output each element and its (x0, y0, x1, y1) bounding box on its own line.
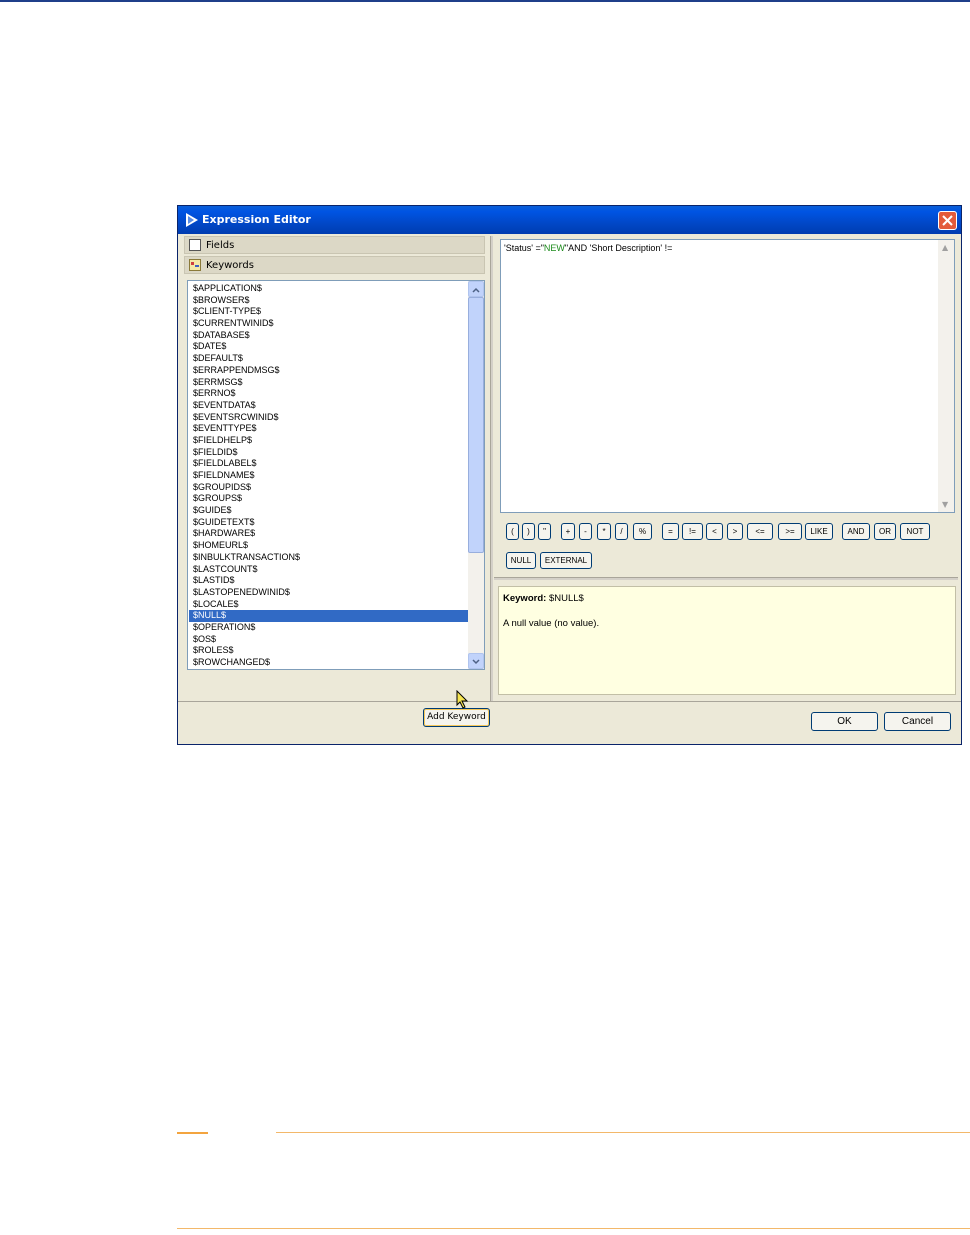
operator-button[interactable]: < (706, 523, 723, 540)
ok-button[interactable]: OK (811, 712, 878, 731)
expression-scrollbar[interactable]: ▲ ▼ (938, 240, 954, 512)
keyword-list-item[interactable]: $FIELDHELP$ (189, 435, 469, 447)
operator-button[interactable]: EXTERNAL (540, 552, 592, 569)
keyword-list-item[interactable]: $GUIDETEXT$ (189, 517, 469, 529)
operator-button[interactable]: > (727, 523, 743, 540)
keywords-icon (189, 259, 201, 271)
expression-input[interactable]: 'Status' ="NEW"AND 'Short Description' !… (500, 239, 955, 513)
keyword-list-item[interactable]: $LASTID$ (189, 575, 469, 587)
keyword-list-item[interactable]: $LASTCOUNT$ (189, 564, 469, 576)
keyword-list-item[interactable]: $EVENTTYPE$ (189, 423, 469, 435)
operator-button[interactable]: - (579, 523, 592, 540)
scroll-thumb[interactable] (468, 297, 484, 553)
keyword-list-scrollbar[interactable] (468, 281, 484, 669)
operator-button[interactable]: ( (506, 523, 519, 540)
keyword-description-panel: Keyword: $NULL$ A null value (no value). (498, 586, 956, 695)
fields-label: Fields (206, 240, 235, 251)
keyword-list-item[interactable]: $ERRAPPENDMSG$ (189, 365, 469, 377)
description-splitter[interactable] (494, 577, 958, 580)
operator-button[interactable]: LIKE (805, 523, 833, 540)
footer-separator (178, 701, 961, 702)
title-bar[interactable]: Expression Editor (178, 206, 961, 234)
keyword-list-item[interactable]: $APPLICATION$ (189, 283, 469, 295)
keyword-list-item[interactable]: $ROLES$ (189, 645, 469, 657)
close-button[interactable] (938, 211, 957, 230)
keyword-list[interactable]: $APPLICATION$ $BROWSER$ $CLIENT-TYPE$ $CURR… (187, 280, 485, 670)
keyword-list-item[interactable]: $CLIENT-TYPE$ (189, 306, 469, 318)
keyword-list-item[interactable]: $GROUPS$ (189, 493, 469, 505)
keyword-list-item[interactable]: $FIELDLABEL$ (189, 458, 469, 470)
keywords-label: Keywords (206, 260, 254, 271)
operator-button[interactable]: + (561, 523, 575, 540)
keyword-list-item[interactable]: $EVENTSRCWINID$ (189, 412, 469, 424)
operator-button[interactable]: = (662, 523, 679, 540)
keyword-list-item[interactable]: $GROUPIDS$ (189, 482, 469, 494)
operator-button[interactable]: ) (522, 523, 535, 540)
scroll-up-icon: ▲ (942, 243, 949, 252)
keyword-list-item[interactable]: $DATABASE$ (189, 330, 469, 342)
keyword-list-item[interactable]: $INBULKTRANSACTION$ (189, 552, 469, 564)
add-keyword-button[interactable]: Add Keyword (423, 708, 490, 727)
operator-button[interactable]: " (538, 523, 551, 540)
keyword-list-item[interactable]: $BROWSER$ (189, 295, 469, 307)
keyword-list-item[interactable]: $FIELDID$ (189, 447, 469, 459)
keyword-list-item[interactable]: $HOMEURL$ (189, 540, 469, 552)
keywords-section-header[interactable]: Keywords (184, 256, 485, 274)
panel-splitter[interactable] (490, 236, 493, 701)
left-panel: Fields Keywords $APPLICATION$ $BROWSER$ $C… (183, 236, 490, 727)
keyword-list-item[interactable]: $ROWCHANGED$ (189, 657, 469, 669)
dialog-title: Expression Editor (202, 213, 311, 226)
keyword-list-item[interactable]: $HARDWARE$ (189, 528, 469, 540)
keyword-list-item[interactable]: $NULL$ (189, 610, 469, 622)
operator-button[interactable]: / (615, 523, 628, 540)
description-title: Keyword: $NULL$ (503, 593, 584, 604)
scroll-down-button[interactable] (468, 653, 484, 669)
keyword-list-item[interactable]: $LOCALE$ (189, 599, 469, 611)
operator-button[interactable]: AND (842, 523, 870, 540)
note-rule-left (177, 1132, 208, 1134)
expression-text: 'Status' ="NEW"AND 'Short Description' !… (504, 243, 673, 253)
keyword-list-item[interactable]: $OS$ (189, 634, 469, 646)
operator-button[interactable]: <= (747, 523, 773, 540)
keyword-list-item[interactable]: $DEFAULT$ (189, 353, 469, 365)
operator-button[interactable]: OR (874, 523, 896, 540)
keyword-items: $APPLICATION$ $BROWSER$ $CLIENT-TYPE$ $CURR… (189, 283, 469, 669)
cancel-button[interactable]: Cancel (884, 712, 951, 731)
scroll-up-button[interactable] (468, 281, 484, 297)
fields-icon (189, 239, 201, 251)
chevron-up-icon (472, 287, 480, 293)
keyword-list-item[interactable]: $ERRNO$ (189, 388, 469, 400)
operator-button[interactable]: >= (778, 523, 802, 540)
note-rule-top (276, 1132, 970, 1133)
mouse-pointer-icon (456, 690, 469, 709)
expression-editor-dialog: Expression Editor Fields Keywords $APPLI (177, 205, 962, 745)
operator-button[interactable]: NULL (506, 552, 536, 569)
keyword-list-item[interactable]: $GUIDE$ (189, 505, 469, 517)
page-top-rule (0, 0, 970, 2)
keyword-list-item[interactable]: $FIELDNAME$ (189, 470, 469, 482)
operator-button[interactable]: % (633, 523, 652, 540)
keyword-list-item[interactable]: $CURRENTWINID$ (189, 318, 469, 330)
close-icon (942, 215, 953, 226)
keyword-list-item[interactable]: $ERRMSG$ (189, 377, 469, 389)
fields-section-header[interactable]: Fields (184, 236, 485, 254)
operator-button[interactable]: * (597, 523, 611, 540)
note-rule-bottom (177, 1228, 970, 1229)
operator-button[interactable]: NOT (900, 523, 930, 540)
keyword-list-item[interactable]: $OPERATION$ (189, 622, 469, 634)
keyword-list-item[interactable]: $EVENTDATA$ (189, 400, 469, 412)
operator-button[interactable]: != (682, 523, 703, 540)
app-icon (186, 213, 198, 227)
description-body: A null value (no value). (503, 618, 600, 629)
keyword-list-item[interactable]: $LASTOPENEDWINID$ (189, 587, 469, 599)
scroll-down-icon: ▼ (942, 500, 949, 509)
keyword-list-item[interactable]: $DATE$ (189, 341, 469, 353)
chevron-down-icon (472, 659, 480, 665)
